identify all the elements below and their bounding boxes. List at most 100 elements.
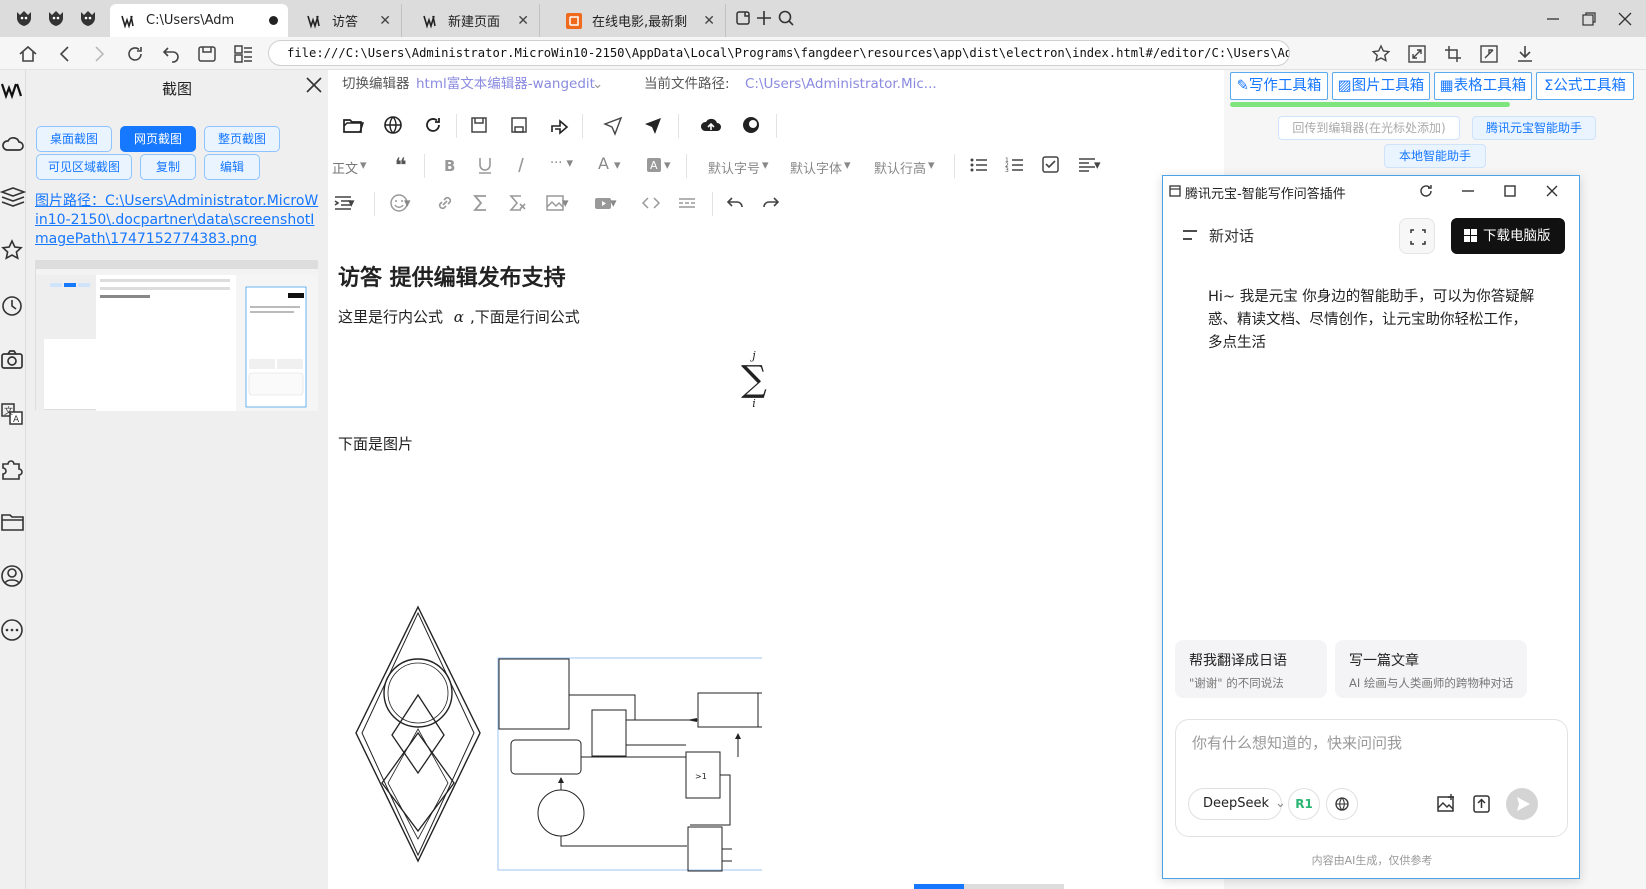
- close-icon[interactable]: ✕: [517, 13, 529, 29]
- caret-down-icon[interactable]: ▾: [404, 196, 411, 211]
- screenshot-thumbnail[interactable]: [35, 260, 318, 411]
- insert-to-editor-button[interactable]: 回传到编辑器(在光标处添加): [1278, 116, 1460, 140]
- app-logo-icon[interactable]: [0, 76, 26, 104]
- scrollbar-thumb[interactable]: [914, 884, 964, 889]
- tab-table-toolbox[interactable]: ▦表格工具箱: [1434, 72, 1532, 100]
- fullpage-screenshot-button[interactable]: 整页截图: [204, 126, 280, 152]
- undo-icon[interactable]: [724, 192, 746, 214]
- redo-icon[interactable]: [760, 192, 782, 214]
- local-assistant-button[interactable]: 本地智能助手: [1384, 144, 1486, 168]
- new-tab-icon[interactable]: [754, 8, 774, 28]
- add-image-icon[interactable]: [1430, 788, 1462, 820]
- save-as-icon[interactable]: [508, 114, 530, 136]
- tab-writing-toolbox[interactable]: ✎写作工具箱: [1230, 72, 1328, 100]
- document-image[interactable]: >1: [352, 605, 762, 885]
- font-color-icon[interactable]: A: [598, 154, 609, 173]
- plugin-puzzle-icon[interactable]: [0, 454, 26, 482]
- copy-button[interactable]: 复制: [140, 154, 196, 180]
- user-account-icon[interactable]: [0, 562, 26, 590]
- restore-icon[interactable]: [1578, 8, 1600, 30]
- model-select[interactable]: DeepSeek ⌄: [1188, 788, 1286, 820]
- translate-icon[interactable]: 文A: [0, 400, 26, 428]
- webpage-screenshot-button[interactable]: 网页截图: [120, 126, 196, 152]
- minimize-icon[interactable]: [1542, 8, 1564, 30]
- tab-movie[interactable]: 在线电影,最新剩 ✕: [556, 4, 726, 37]
- caret-down-icon[interactable]: ▾: [664, 158, 671, 173]
- search-tabs-icon[interactable]: [776, 8, 796, 28]
- cloud-icon[interactable]: [0, 130, 26, 158]
- paragraph-select[interactable]: 正文: [332, 158, 358, 177]
- chat-input-box[interactable]: 你有什么想知道的，快来问问我 DeepSeek ⌄ R1: [1175, 719, 1568, 837]
- menu-icon[interactable]: [1181, 228, 1199, 242]
- extension-icon[interactable]: [14, 8, 34, 28]
- tab-editor[interactable]: C:\Users\Adm: [110, 4, 288, 37]
- code-icon[interactable]: [640, 192, 662, 214]
- web-search-icon[interactable]: [1326, 788, 1358, 820]
- home-icon[interactable]: [17, 43, 39, 65]
- folder-icon[interactable]: [0, 508, 26, 536]
- extension-icon[interactable]: [78, 8, 98, 28]
- share-icon[interactable]: [548, 114, 570, 136]
- minimize-icon[interactable]: [1459, 182, 1477, 200]
- back-icon[interactable]: [54, 43, 76, 65]
- link-icon[interactable]: [434, 192, 456, 214]
- italic-icon[interactable]: [510, 154, 532, 176]
- clear-formula-icon[interactable]: [506, 192, 528, 214]
- import-icon[interactable]: [422, 114, 444, 136]
- more-format-icon[interactable]: ··· ▾: [550, 156, 573, 171]
- new-chat-button[interactable]: 新对话: [1209, 225, 1254, 246]
- save-icon[interactable]: [468, 114, 490, 136]
- caret-down-icon[interactable]: ▾: [360, 158, 367, 173]
- upload-file-icon[interactable]: [1466, 788, 1498, 820]
- sigma-formula-icon[interactable]: [470, 192, 492, 214]
- save-page-icon[interactable]: [196, 43, 218, 65]
- tencent-yuanbao-button[interactable]: 腾讯元宝智能助手: [1472, 116, 1596, 140]
- numbered-list-icon[interactable]: 123: [1004, 154, 1026, 176]
- unsaved-dot-icon[interactable]: [269, 16, 278, 25]
- shrink-icon[interactable]: [1478, 43, 1500, 65]
- divider-icon[interactable]: [676, 192, 698, 214]
- todo-checkbox-icon[interactable]: [1040, 154, 1062, 176]
- extension-icon[interactable]: [46, 8, 66, 28]
- refresh-icon[interactable]: [1417, 182, 1435, 200]
- forward-icon[interactable]: [88, 43, 110, 65]
- caret-down-icon[interactable]: ▾: [844, 158, 851, 173]
- open-folder-icon[interactable]: [342, 114, 364, 136]
- chevron-down-icon[interactable]: ⌄: [592, 72, 603, 96]
- editor-select[interactable]: html富文本编辑器-wangedit: [416, 72, 595, 96]
- suggestion-card[interactable]: 帮我翻译成日语 "谢谢" 的不同说法: [1175, 640, 1327, 698]
- underline-icon[interactable]: [474, 154, 496, 176]
- caret-down-icon[interactable]: ▾: [348, 196, 355, 211]
- caret-down-icon[interactable]: ▾: [562, 196, 569, 211]
- screenshot-crop-icon[interactable]: [1442, 43, 1464, 65]
- new-tab-group-icon[interactable]: [734, 8, 754, 28]
- inline-formula[interactable]: α: [454, 308, 464, 326]
- books-icon[interactable]: [0, 184, 26, 212]
- desktop-screenshot-button[interactable]: 桌面截图: [36, 126, 112, 152]
- maximize-icon[interactable]: [1501, 182, 1519, 200]
- font-size-select[interactable]: 默认字号: [708, 158, 760, 177]
- fullscreen-icon[interactable]: [1406, 43, 1428, 65]
- bold-icon[interactable]: B: [438, 154, 460, 176]
- caret-down-icon[interactable]: ▾: [614, 158, 621, 173]
- font-family-select[interactable]: 默认字体: [790, 158, 842, 177]
- current-path-value[interactable]: C:\Users\Administrator.Mic...: [745, 72, 937, 96]
- download-desktop-button[interactable]: 下载电脑版: [1451, 218, 1565, 254]
- apps-icon[interactable]: [232, 43, 254, 65]
- close-icon[interactable]: ✕: [703, 13, 715, 29]
- globe-icon[interactable]: [382, 114, 404, 136]
- tab-fangda[interactable]: 访答 ✕: [296, 4, 402, 37]
- address-bar[interactable]: file:///C:\Users\Administrator.MicroWin1…: [268, 40, 1290, 66]
- tab-formula-toolbox[interactable]: Σ公式工具箱: [1536, 72, 1634, 100]
- send-outline-icon[interactable]: [602, 114, 624, 136]
- caret-down-icon[interactable]: ▾: [762, 158, 769, 173]
- block-formula[interactable]: j ∑ i: [724, 350, 784, 420]
- caret-down-icon[interactable]: ▾: [610, 196, 617, 211]
- image-path-link[interactable]: 图片路径：C:\Users\Administrator.MicroWin10-2…: [35, 192, 320, 249]
- bullet-list-icon[interactable]: [968, 154, 990, 176]
- cloud-upload-icon[interactable]: [700, 114, 722, 136]
- close-panel-icon[interactable]: [301, 72, 327, 98]
- undo-close-icon[interactable]: [160, 43, 182, 65]
- tab-new-page[interactable]: 新建页面 ✕: [412, 4, 540, 37]
- more-options-icon[interactable]: [0, 616, 26, 644]
